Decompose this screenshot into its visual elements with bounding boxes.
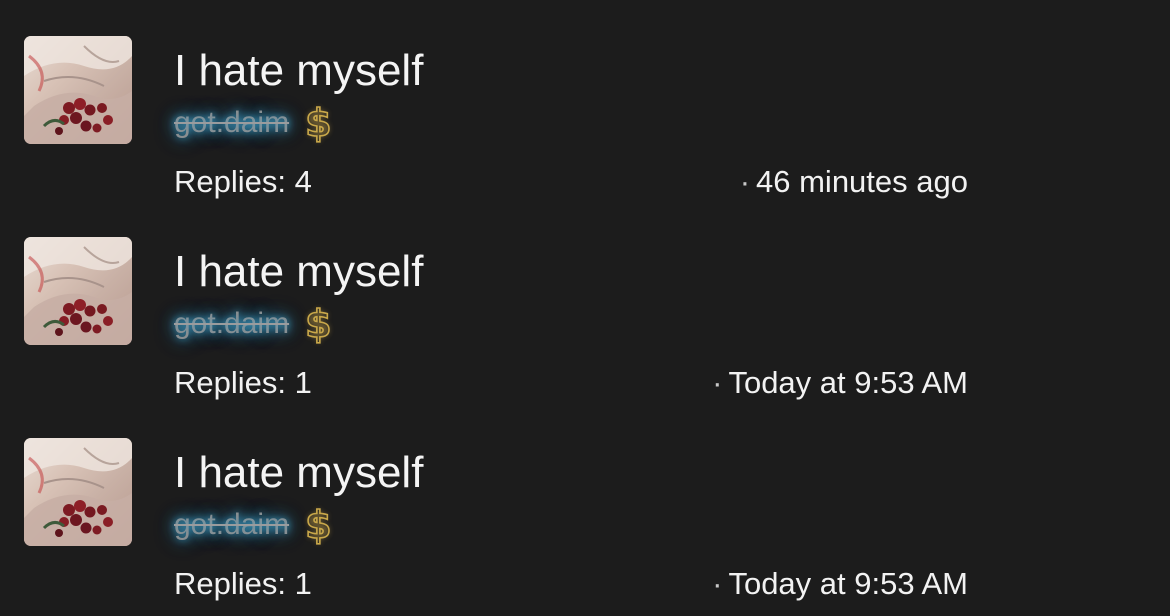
thread-list: I hate myself got.daim $ Replies: 4 · 46 … (0, 0, 1170, 616)
timestamp-text: Today at 9:53 AM (728, 566, 968, 601)
replies-count: Replies: 1 (174, 566, 312, 601)
dollar-sign-icon: $ (304, 503, 332, 547)
author-username[interactable]: got.daim (174, 105, 289, 141)
timestamp: · Today at 9:53 AM (712, 566, 968, 602)
timestamp: · Today at 9:53 AM (712, 365, 968, 401)
author-row: got.daim $ (174, 303, 332, 345)
replies-count: Replies: 1 (174, 365, 312, 400)
thread-title[interactable]: I hate myself (174, 448, 423, 498)
author-username[interactable]: got.daim (174, 507, 289, 543)
avatar[interactable] (24, 438, 132, 546)
thread-item[interactable]: I hate myself got.daim $ Replies: 1 · Tod… (0, 235, 1170, 435)
thread-item[interactable]: I hate myself got.daim $ Replies: 4 · 46 … (0, 34, 1170, 234)
author-row: got.daim $ (174, 102, 332, 144)
dollar-sign-icon: $ (304, 302, 332, 346)
author-username[interactable]: got.daim (174, 306, 289, 342)
timestamp-text: Today at 9:53 AM (728, 365, 968, 400)
separator-dot: · (712, 566, 723, 601)
author-row: got.daim $ (174, 504, 332, 546)
timestamp: · 46 minutes ago (740, 164, 968, 200)
avatar[interactable] (24, 36, 132, 144)
dollar-sign-icon: $ (304, 101, 332, 145)
avatar[interactable] (24, 237, 132, 345)
separator-dot: · (739, 164, 751, 199)
thread-item[interactable]: I hate myself got.daim $ Replies: 1 · Tod… (0, 436, 1170, 616)
separator-dot: · (712, 365, 723, 400)
thread-title[interactable]: I hate myself (174, 247, 423, 297)
replies-count: Replies: 4 (174, 164, 312, 199)
timestamp-text: 46 minutes ago (756, 164, 968, 199)
thread-title[interactable]: I hate myself (174, 46, 423, 96)
